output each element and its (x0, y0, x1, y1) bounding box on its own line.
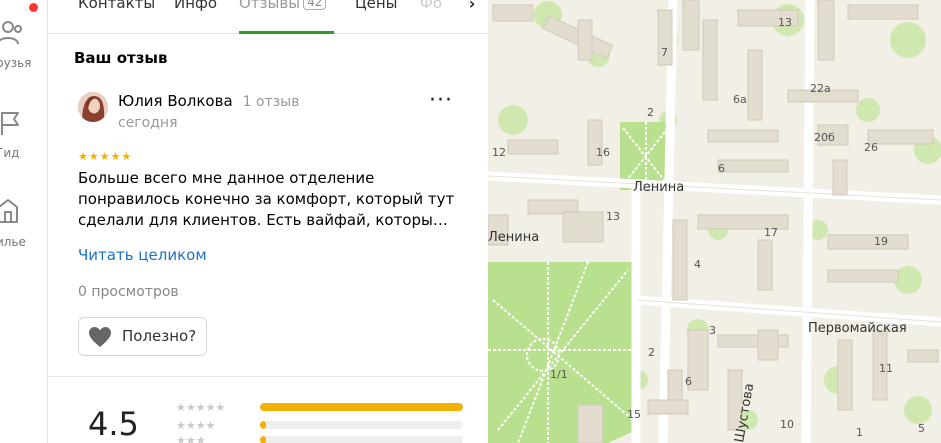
distribution-stars: ★★★★★ (176, 401, 226, 414)
avatar[interactable] (78, 92, 108, 122)
street-label: Первомайская (808, 321, 907, 336)
review-views: 0 просмотров (78, 284, 179, 300)
house-number: 17 (764, 226, 778, 239)
useful-label: Полезно? (122, 327, 197, 345)
divider (48, 376, 488, 377)
tab-contacts[interactable]: Контакты (78, 0, 155, 12)
rating-distribution-row: ★★★★ (176, 419, 466, 432)
house-number: 16 (596, 146, 610, 159)
tab-reviews-label: Отзывы (239, 0, 301, 12)
notification-dot (29, 3, 38, 12)
street-label: Ленина (488, 230, 539, 245)
distribution-bar (260, 403, 463, 411)
flag-icon (1, 112, 19, 135)
house-number: 11 (879, 362, 893, 375)
reviews-panel: Контакты Инфо Отзывы 42 Цены Фо › Ваш отз… (48, 0, 488, 443)
house-number: 5 (918, 422, 925, 435)
house-number: 19 (874, 235, 888, 248)
author-review-count: 1 отзыв (242, 94, 300, 110)
house-number: 3 (709, 324, 716, 337)
rating-value: 4.5 (88, 405, 139, 443)
review-author[interactable]: Юлия Волкова 1 отзыв (118, 92, 299, 110)
heart-icon (89, 327, 111, 347)
house-number: 2 (648, 346, 655, 359)
house-number: 22а (810, 82, 831, 95)
house-number: 4 (694, 258, 701, 271)
tab-reviews[interactable]: Отзывы 42 (239, 0, 327, 12)
tab-reviews-count: 42 (303, 0, 327, 10)
house-number: 6 (685, 375, 692, 388)
house-number: 13 (778, 16, 792, 29)
tab-bar: Контакты Инфо Отзывы 42 Цены Фо › (48, 0, 488, 34)
house-number: 7 (661, 46, 668, 59)
review-stars: ★★★★★ (78, 150, 133, 163)
author-name[interactable]: Юлия Волкова (118, 92, 233, 110)
map[interactable]: Ленина Первомайская Шустова Ленина 13 7 6а 22а 2… (488, 0, 941, 443)
rail-label-guide: Гид (0, 146, 20, 160)
house-number: 10 (780, 418, 794, 431)
house-number: 6а (733, 93, 747, 106)
section-title: Ваш отзыв (74, 49, 168, 67)
rail-label-friends: рузья (0, 56, 32, 70)
housing-icon (0, 199, 18, 223)
avatar-image (78, 92, 108, 122)
street-label: Ленина (633, 180, 684, 195)
distribution-stars: ★★★★ (176, 419, 216, 432)
tab-prices[interactable]: Цены (355, 0, 398, 12)
distribution-stars: ★★★ (176, 434, 206, 443)
map-canvas[interactable]: ЛенинаПервомайскаяШустоваЛенина1376а22а2… (488, 0, 941, 443)
active-tab-indicator (239, 31, 334, 34)
house-number: 6 (718, 162, 725, 175)
house-number: 1/1 (550, 368, 568, 381)
more-options-icon[interactable]: ··· (428, 90, 454, 116)
distribution-fill (260, 403, 463, 411)
tab-info[interactable]: Инфо (174, 0, 217, 12)
distribution-fill (260, 421, 267, 429)
useful-button[interactable]: Полезно? (78, 317, 207, 356)
review-date: сегодня (118, 115, 178, 131)
chevron-right-icon[interactable]: › (456, 0, 488, 14)
house-number: 15 (627, 408, 641, 421)
house-number: 2 (647, 106, 654, 119)
house-number: 12 (492, 146, 506, 159)
distribution-bar (260, 421, 463, 429)
review-text: Больше всего мне данное отделение понрав… (78, 169, 455, 229)
rating-distribution-row: ★★★★★ (176, 401, 466, 414)
rating-distribution-row: ★★★ (176, 434, 466, 443)
house-number: 13 (606, 210, 620, 223)
distribution-fill (260, 436, 267, 443)
distribution-bar (260, 436, 463, 443)
house-number: 1 (856, 426, 863, 439)
left-rail: рузья Гид илье (0, 0, 48, 443)
friends-icon (0, 21, 22, 45)
house-number: 20б (814, 131, 835, 144)
house-number: 26 (864, 141, 878, 154)
rail-label-housing: илье (0, 235, 26, 249)
tab-photos[interactable]: Фо (420, 0, 442, 12)
read-more-link[interactable]: Читать целиком (78, 246, 207, 264)
